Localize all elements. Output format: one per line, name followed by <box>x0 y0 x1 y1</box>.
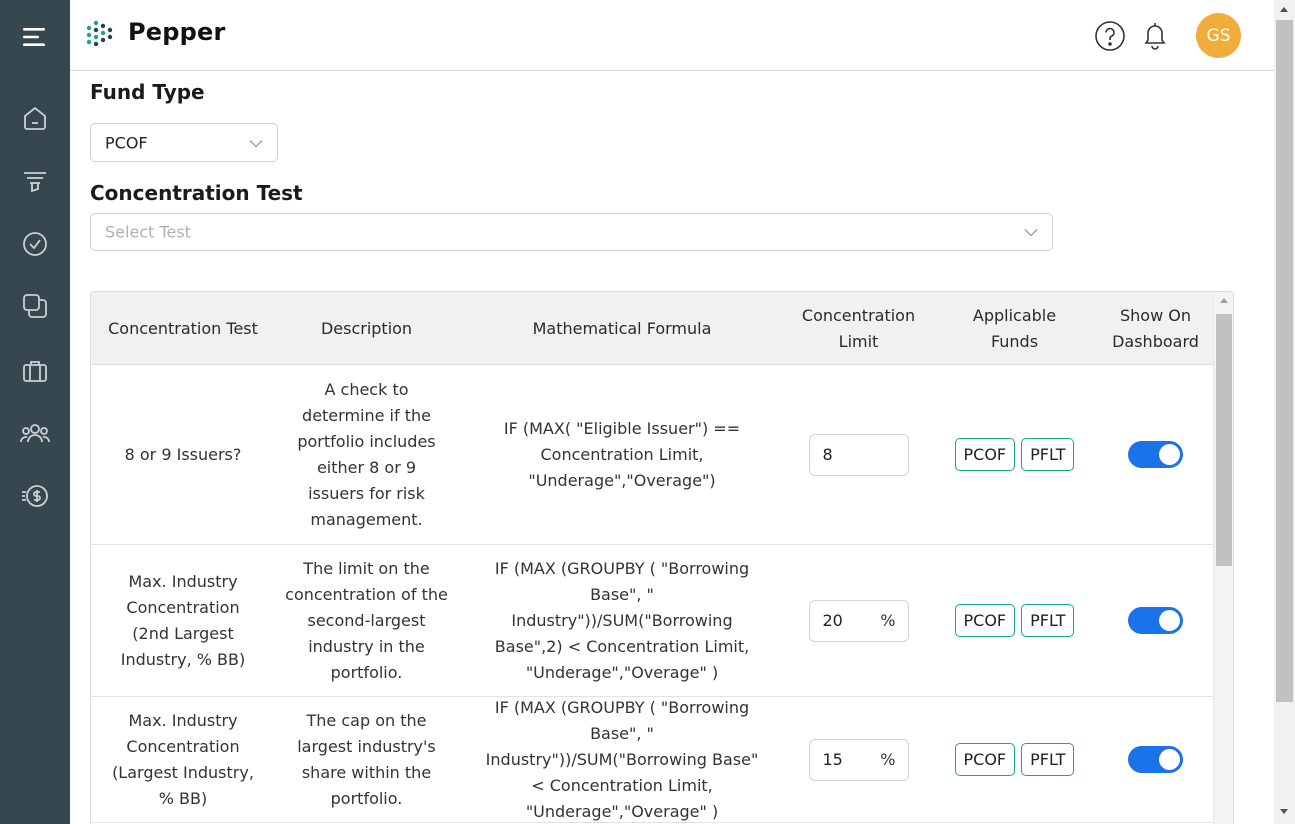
table-scrollbar-thumb[interactable] <box>1216 314 1232 566</box>
fund-chip-pflt[interactable]: PFLT <box>1021 604 1075 637</box>
concentration-test-placeholder: Select Test <box>105 222 191 242</box>
concentration-test-select[interactable]: Select Test <box>90 213 1053 251</box>
sidebar-item-users[interactable] <box>0 412 70 456</box>
table-row: 8 or 9 Issuers? A check to determine if … <box>91 365 1213 545</box>
formula-cell: IF (MAX (GROUPBY ( "Borrowing Base", " I… <box>485 697 759 821</box>
limit-cell: 8 <box>786 365 931 544</box>
dashboard-cell <box>1098 697 1213 822</box>
sidebar <box>0 0 70 824</box>
limit-cell: 20 % <box>786 545 931 696</box>
hamburger-menu-icon[interactable] <box>0 15 70 59</box>
home-icon <box>21 104 49 132</box>
test-name-cell: Max. Industry Concentration (2nd Largest… <box>120 571 246 669</box>
sidebar-item-filter[interactable] <box>0 159 70 203</box>
dashboard-cell <box>1098 365 1213 544</box>
page-scrollbar[interactable] <box>1274 0 1295 824</box>
table-header: Concentration Test Description Mathemati… <box>91 292 1213 365</box>
table-row: Max. Industry Concentration (Largest Ind… <box>91 697 1213 823</box>
concentration-test-label: Concentration Test <box>90 181 303 205</box>
limit-value: 15 <box>822 749 843 769</box>
concentration-limit-input[interactable]: 20 % <box>808 599 909 642</box>
column-header-formula: Mathematical Formula <box>532 318 712 338</box>
description-cell: A check to determine if the portfolio in… <box>297 379 436 529</box>
sidebar-item-portfolio[interactable] <box>0 349 70 393</box>
users-icon <box>20 420 50 448</box>
dashboard-cell <box>1098 545 1213 696</box>
fund-chip-pcof[interactable]: PCOF <box>954 604 1016 637</box>
fund-chip-pcof[interactable]: PCOF <box>954 438 1016 471</box>
scroll-down-arrow-icon[interactable] <box>1280 809 1288 814</box>
fund-type-label: Fund Type <box>90 80 205 104</box>
concentration-tests-table: Concentration Test Description Mathemati… <box>90 291 1234 824</box>
formula-cell: IF (MAX (GROUPBY ( "Borrowing Base", " I… <box>494 558 750 682</box>
sidebar-item-finance[interactable] <box>0 474 70 518</box>
avatar[interactable]: GS <box>1196 13 1241 58</box>
limit-unit: % <box>880 610 896 630</box>
funds-cell: PCOF PFLT <box>931 365 1098 544</box>
fund-type-value: PCOF <box>105 133 148 152</box>
chevron-down-icon <box>249 133 263 152</box>
check-circle-icon <box>21 230 49 258</box>
column-header-funds: Applicable Funds <box>972 305 1057 351</box>
help-circle-icon[interactable] <box>1093 19 1127 53</box>
limit-cell: 15 % <box>786 697 931 822</box>
formula-cell: IF (MAX( "Eligible Issuer") == Concentra… <box>503 418 741 490</box>
limit-value: 20 <box>822 610 843 630</box>
sidebar-item-documents[interactable] <box>0 284 70 328</box>
concentration-limit-input[interactable]: 15 % <box>808 738 909 781</box>
table-scrollbar[interactable] <box>1213 292 1233 824</box>
fund-chip-pcof[interactable]: PCOF <box>954 743 1016 776</box>
show-on-dashboard-toggle[interactable] <box>1128 441 1183 468</box>
page-scrollbar-thumb[interactable] <box>1276 20 1293 702</box>
limit-unit: % <box>880 749 896 769</box>
column-header-limit: Concentration Limit <box>801 305 916 351</box>
description-cell: The cap on the largest industry's share … <box>297 710 436 808</box>
fund-chip-pflt[interactable]: PFLT <box>1021 438 1075 471</box>
concentration-limit-input[interactable]: 8 <box>808 433 909 476</box>
column-header-dashboard: Show On Dashboard <box>1112 305 1199 351</box>
funnel-icon <box>21 167 49 195</box>
scroll-up-arrow-icon[interactable] <box>1220 298 1228 303</box>
show-on-dashboard-toggle[interactable] <box>1128 607 1183 634</box>
funds-cell: PCOF PFLT <box>931 697 1098 822</box>
column-header-description: Description <box>320 318 413 338</box>
table-row: Max. Industry Concentration (2nd Largest… <box>91 545 1213 697</box>
pepper-logo-icon <box>85 18 117 50</box>
limit-value: 8 <box>822 444 833 464</box>
scroll-up-arrow-icon[interactable] <box>1280 7 1288 12</box>
test-name-cell: Max. Industry Concentration (Largest Ind… <box>112 710 254 808</box>
stacked-documents-icon <box>21 292 49 320</box>
fund-chip-pflt[interactable]: PFLT <box>1021 743 1075 776</box>
chevron-down-icon <box>1024 223 1038 242</box>
test-name-cell: 8 or 9 Issuers? <box>124 444 242 464</box>
bell-icon[interactable] <box>1138 19 1172 53</box>
dollar-coin-icon <box>20 482 50 510</box>
sidebar-item-home[interactable] <box>0 96 70 140</box>
description-cell: The limit on the concentration of the se… <box>285 558 448 682</box>
column-header-test: Concentration Test <box>108 318 258 338</box>
fund-type-select[interactable]: PCOF <box>90 123 278 162</box>
top-header: Pepper GS <box>70 0 1274 71</box>
show-on-dashboard-toggle[interactable] <box>1128 746 1183 773</box>
funds-cell: PCOF PFLT <box>931 545 1098 696</box>
briefcase-icon <box>21 357 49 385</box>
sidebar-item-approvals[interactable] <box>0 222 70 266</box>
app-name: Pepper <box>128 18 226 46</box>
